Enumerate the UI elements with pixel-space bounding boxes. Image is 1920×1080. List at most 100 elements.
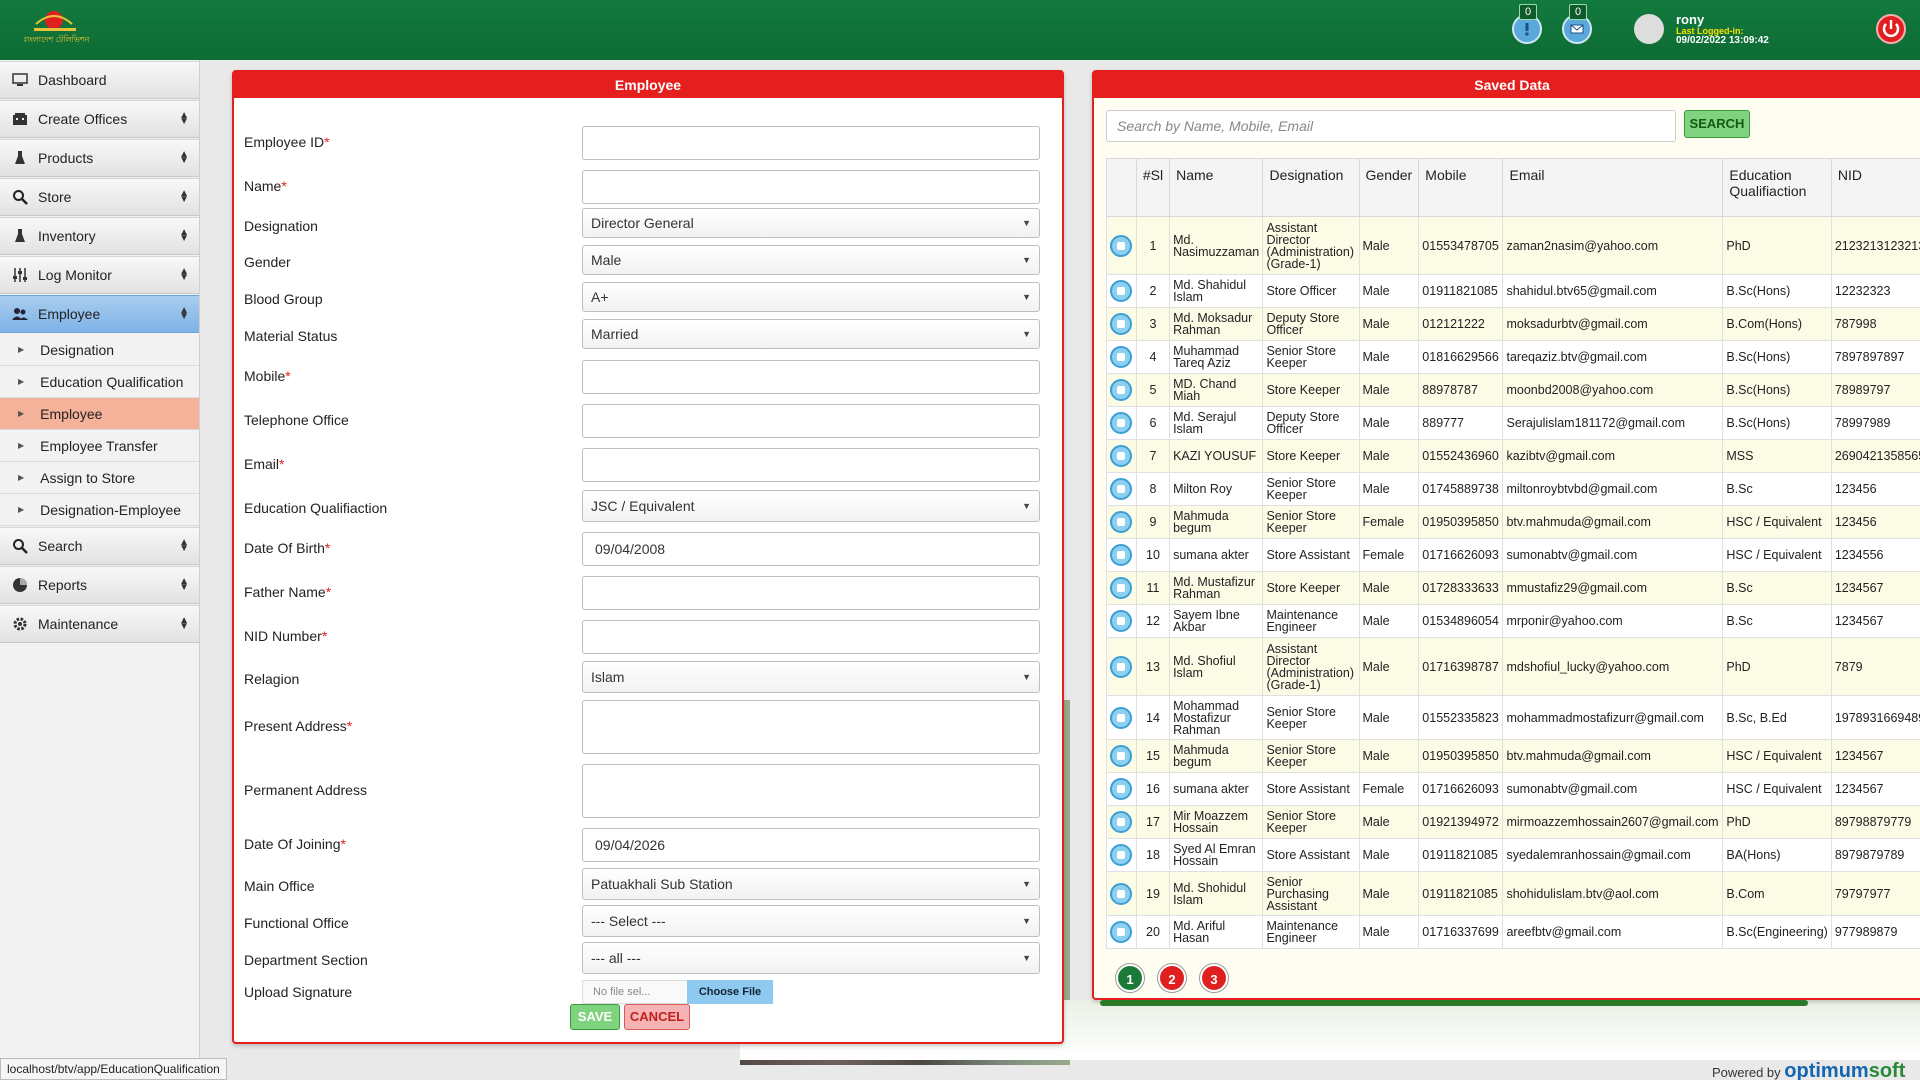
- row-action-cell: [1106, 439, 1137, 473]
- edit-row-icon[interactable]: [1110, 610, 1133, 632]
- subnav-designation-employee[interactable]: ▶ Designation-Employee: [0, 494, 199, 526]
- cell-name: Md. Serajul Islam: [1169, 406, 1264, 440]
- cell-email: sumonabtv@gmail.com: [1502, 538, 1724, 572]
- religion-select[interactable]: Islam ▼: [582, 661, 1040, 693]
- edit-row-icon[interactable]: [1110, 844, 1133, 866]
- choose-file-button[interactable]: Choose File: [687, 980, 773, 1004]
- caret-right-icon: ▶: [18, 345, 25, 354]
- edit-row-icon[interactable]: [1110, 882, 1133, 905]
- edit-row-icon[interactable]: [1110, 412, 1133, 434]
- column-header[interactable]: #Sl: [1135, 158, 1171, 217]
- cell-education: B.Sc(Hons): [1722, 274, 1832, 308]
- mail-notification-button[interactable]: 0: [1562, 4, 1592, 44]
- sidebar-item-inventory[interactable]: Inventory ▲ ▼: [0, 217, 199, 255]
- column-header[interactable]: Designation: [1262, 158, 1360, 217]
- top-bar: বাংলাদেশ টেলিভিশন 0 0 rony Last Logged-i…: [0, 0, 1920, 60]
- page-button[interactable]: 1: [1116, 964, 1144, 992]
- subnav-designation[interactable]: ▶ Designation: [0, 334, 199, 366]
- department-section-select[interactable]: --- all --- ▼: [582, 942, 1040, 974]
- name-input[interactable]: [582, 170, 1040, 204]
- column-header[interactable]: Gender: [1358, 158, 1420, 217]
- gender-label: Gender: [244, 254, 291, 270]
- logout-button[interactable]: [1876, 14, 1906, 44]
- cell-mobile: 01911821085: [1418, 838, 1504, 872]
- column-header[interactable]: Education Qualifiaction: [1722, 158, 1832, 217]
- cell-gender: Male: [1358, 695, 1420, 740]
- edit-row-icon[interactable]: [1110, 745, 1133, 767]
- edit-row-icon[interactable]: [1110, 234, 1133, 257]
- edit-row-icon[interactable]: [1110, 811, 1133, 833]
- edit-row-icon[interactable]: [1110, 921, 1133, 943]
- edit-row-icon[interactable]: [1110, 445, 1133, 467]
- page-button[interactable]: 2: [1158, 964, 1186, 992]
- table-row: 20 Md. Ariful Hasan Maintenance Engineer Ma…: [1106, 915, 1920, 949]
- sidebar-item-search[interactable]: Search ▲ ▼: [0, 527, 199, 565]
- subnav-employee-transfer[interactable]: ▶ Employee Transfer: [0, 430, 199, 462]
- main-office-select[interactable]: Patuakhali Sub Station ▼: [582, 868, 1040, 900]
- employee-id-input[interactable]: [582, 126, 1040, 160]
- sidebar-item-dashboard[interactable]: Dashboard: [0, 61, 199, 99]
- email-input[interactable]: [582, 448, 1040, 482]
- sidebar-item-reports[interactable]: Reports ▲ ▼: [0, 566, 199, 604]
- column-header[interactable]: Mobile: [1418, 158, 1504, 217]
- search-button[interactable]: SEARCH: [1684, 110, 1750, 138]
- column-header[interactable]: Email: [1502, 158, 1724, 217]
- doj-input[interactable]: 09/04/2026: [582, 828, 1040, 862]
- sidebar-item-store[interactable]: Store ▲ ▼: [0, 178, 199, 216]
- education-select[interactable]: JSC / Equivalent ▼: [582, 490, 1040, 522]
- sidebar-item-create-offices[interactable]: Create Offices ▲ ▼: [0, 100, 199, 138]
- sidebar-item-maintenance[interactable]: Maintenance ▲ ▼: [0, 605, 199, 643]
- dob-input[interactable]: 09/04/2008: [582, 532, 1040, 566]
- nid-input[interactable]: [582, 620, 1040, 654]
- edit-row-icon[interactable]: [1110, 280, 1133, 302]
- alert-notification-button[interactable]: 0: [1512, 4, 1542, 44]
- blood-group-select[interactable]: A+ ▼: [582, 282, 1040, 312]
- subnav-label: Employee: [40, 405, 103, 422]
- marital-status-value: Married: [591, 326, 639, 342]
- cell-designation: Senior Store Keeper: [1262, 739, 1360, 773]
- exclamation-icon: [1525, 23, 1529, 36]
- edit-row-icon[interactable]: [1110, 379, 1133, 401]
- column-header[interactable]: NID: [1830, 158, 1920, 217]
- subnav-assign-to-store[interactable]: ▶ Assign to Store: [0, 462, 199, 494]
- mobile-input[interactable]: [582, 360, 1040, 394]
- edit-row-icon[interactable]: [1110, 655, 1133, 678]
- father-name-input[interactable]: [582, 576, 1040, 610]
- subnav-education-qualification[interactable]: ▶ Education Qualification: [0, 366, 199, 398]
- signature-file-input[interactable]: No file sel... Choose File: [582, 980, 773, 1004]
- btv-logo[interactable]: বাংলাদেশ টেলিভিশন: [24, 4, 104, 56]
- edit-row-icon[interactable]: [1110, 706, 1133, 729]
- functional-office-select[interactable]: --- Select --- ▼: [582, 905, 1040, 937]
- saved-data-search-input[interactable]: Search by Name, Mobile, Email: [1106, 110, 1676, 142]
- edit-row-icon[interactable]: [1110, 313, 1133, 335]
- horizontal-scrollbar[interactable]: [1100, 1000, 1808, 1006]
- cell-email: miltonroybtvbd@gmail.com: [1502, 472, 1724, 506]
- row-action-cell: [1106, 695, 1137, 740]
- edit-row-icon[interactable]: [1110, 778, 1133, 800]
- row-action-cell: [1106, 274, 1137, 308]
- sidebar-item-log-monitor[interactable]: Log Monitor ▲ ▼: [0, 256, 199, 294]
- designation-select[interactable]: Director General ▼: [582, 208, 1040, 238]
- column-header[interactable]: Name: [1169, 158, 1264, 217]
- sidebar-item-products[interactable]: Products ▲ ▼: [0, 139, 199, 177]
- edit-row-icon[interactable]: [1110, 544, 1133, 566]
- page-button[interactable]: 3: [1200, 964, 1228, 992]
- search-icon: [12, 189, 28, 205]
- edit-row-icon[interactable]: [1110, 511, 1133, 533]
- sidebar-item-employee[interactable]: Employee ▲ ▼: [0, 295, 199, 333]
- save-button[interactable]: SAVE: [570, 1004, 620, 1030]
- permanent-address-textarea[interactable]: [582, 764, 1040, 818]
- cancel-button[interactable]: CANCEL: [624, 1004, 690, 1030]
- telephone-office-input[interactable]: [582, 404, 1040, 438]
- cell-name: Md. Nasimuzzaman: [1169, 216, 1264, 275]
- user-avatar[interactable]: [1634, 14, 1664, 44]
- name-label: Name*: [244, 178, 287, 194]
- subnav-employee[interactable]: ▶ Employee: [0, 398, 199, 430]
- gender-select[interactable]: Male ▼: [582, 245, 1040, 275]
- edit-row-icon[interactable]: [1110, 577, 1133, 599]
- sort-icon: ▲ ▼: [179, 615, 189, 632]
- present-address-textarea[interactable]: [582, 700, 1040, 754]
- edit-row-icon[interactable]: [1110, 346, 1133, 368]
- edit-row-icon[interactable]: [1110, 478, 1133, 500]
- marital-status-select[interactable]: Married ▼: [582, 319, 1040, 349]
